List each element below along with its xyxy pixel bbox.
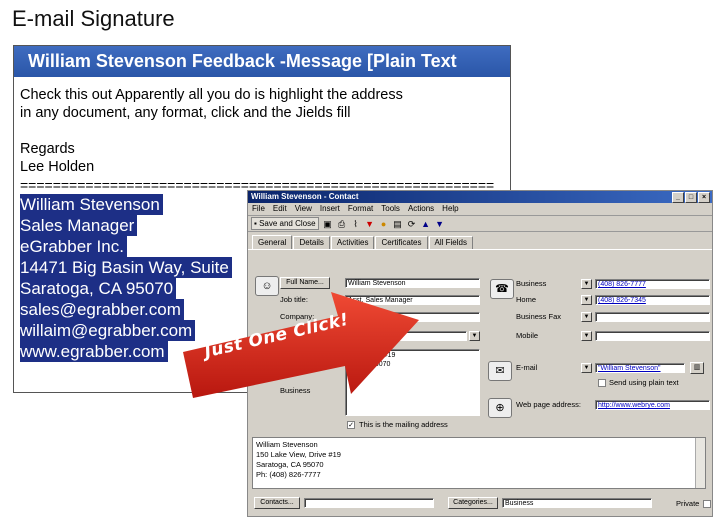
contact-window: William Stevenson - Contact _ □ × File E…: [247, 190, 713, 517]
phone-label-fax: Business Fax: [516, 312, 562, 321]
email-closing-name: Lee Holden: [20, 159, 95, 175]
signature-email-2: willaim@egrabber.com: [20, 320, 196, 341]
file-as-dropdown[interactable]: ▼: [469, 331, 480, 341]
email-label: E-mail: [516, 363, 538, 372]
signature-name: William Stevenson: [20, 194, 163, 215]
print-icon[interactable]: ⎙: [337, 219, 347, 229]
save-icon[interactable]: ▣: [323, 219, 333, 229]
actions-icon[interactable]: ⟳: [407, 219, 417, 229]
categories-field[interactable]: Business: [502, 498, 652, 508]
mailing-address-label: This is the mailing address: [359, 420, 448, 429]
company-label: Company:: [280, 312, 315, 321]
address-book-icon[interactable]: ▥: [690, 362, 704, 374]
signature-city: Saratoga, CA 95070: [20, 278, 177, 299]
signature-address: 14471 Big Basin Way, Suite: [20, 257, 232, 278]
notes-line: Saratoga, CA 95070: [256, 460, 324, 469]
contacts-button[interactable]: Contacts...: [254, 497, 300, 509]
web-field[interactable]: http://www.webrye.com: [595, 400, 710, 410]
contact-person-icon: ☺: [255, 276, 279, 296]
page-title: E-mail Signature: [12, 6, 175, 31]
address-line: ga, CA 95070: [348, 361, 391, 368]
mailing-address-checkbox[interactable]: ✓: [347, 421, 355, 429]
phone-label-mobile: Mobile: [516, 331, 539, 340]
address-field[interactable]: View, drive #19 ga, CA 95070: [345, 349, 480, 416]
phone-dropdown-business[interactable]: ▼: [581, 279, 592, 289]
email-body-line: Check this out Apparently all you do is …: [20, 87, 403, 103]
full-name-button[interactable]: Full Name...: [280, 277, 330, 289]
full-name-field[interactable]: William Stevenson: [345, 278, 480, 288]
attach-icon[interactable]: ⌇: [351, 219, 361, 229]
up-icon[interactable]: ▲: [421, 219, 431, 229]
save-close-button[interactable]: ▪ Save and Close: [251, 217, 319, 230]
email-field[interactable]: "William Stevenson": [595, 363, 685, 373]
notes-line: Ph: (408) 826-7777: [256, 470, 321, 479]
menu-view[interactable]: View: [295, 203, 312, 215]
phone-field-home[interactable]: (408) 826-7345: [595, 295, 710, 305]
company-field[interactable]: American Dreams: [345, 312, 480, 322]
phone-dropdown-fax[interactable]: ▼: [581, 312, 592, 322]
signature-email: sales@egrabber.com: [20, 299, 184, 320]
notes-scrollbar[interactable]: [695, 438, 705, 488]
file-as-field[interactable]: am: [345, 331, 467, 341]
notes-line: William Stevenson: [256, 440, 318, 449]
tab-certificates[interactable]: Certificates: [375, 236, 428, 249]
phone-dropdown-home[interactable]: ▼: [581, 295, 592, 305]
save-close-label: Save and Close: [259, 219, 316, 228]
plain-text-checkbox[interactable]: [598, 379, 606, 387]
plain-text-label: Send using plain text: [609, 378, 679, 387]
job-title-field[interactable]: Asst. Sales Manager: [345, 295, 480, 305]
signature-website: www.egrabber.com: [20, 341, 168, 362]
phone-label-home: Home: [516, 295, 537, 304]
phone-field-business[interactable]: (408) 826-7777: [595, 279, 710, 289]
tab-general[interactable]: General: [252, 235, 293, 249]
signature-title: Sales Manager: [20, 215, 138, 236]
contacts-field[interactable]: [304, 498, 434, 508]
menu-file[interactable]: File: [252, 203, 265, 215]
maximize-icon[interactable]: □: [685, 192, 697, 203]
phone-label-business: Business: [516, 279, 547, 288]
color-icon[interactable]: ●: [379, 219, 389, 229]
email-icon: ✉: [488, 361, 512, 381]
signature-company: eGrabber Inc.: [20, 236, 127, 257]
flag-icon[interactable]: ▼: [365, 219, 375, 229]
folder-icon[interactable]: ▤: [393, 219, 403, 229]
job-title-label: Job title:: [280, 295, 308, 304]
menu-actions[interactable]: Actions: [408, 203, 434, 215]
contact-titlebar: William Stevenson - Contact _ □ ×: [248, 191, 712, 203]
address-line: View, drive #19: [348, 352, 396, 359]
tab-all-fields[interactable]: All Fields: [428, 236, 473, 249]
email-closing: Regards: [20, 141, 75, 157]
phone-field-mobile[interactable]: [595, 331, 710, 341]
toolbar: ▪ Save and Close ▣ ⎙ ⌇ ▼ ● ▤ ⟳ ▲ ▼: [248, 216, 712, 232]
menu-bar: File Edit View Insert Format Tools Actio…: [248, 203, 712, 216]
tab-strip: General Details Activities Certificates …: [248, 235, 712, 250]
private-checkbox[interactable]: [703, 500, 711, 508]
contact-title: William Stevenson - Contact: [251, 192, 359, 201]
save-icon: ▪: [254, 219, 257, 228]
private-label: Private: [676, 499, 700, 508]
address-type-label: Business: [280, 386, 311, 395]
menu-format[interactable]: Format: [348, 203, 373, 215]
minimize-icon[interactable]: _: [672, 192, 684, 203]
web-icon: ⊕: [488, 398, 512, 418]
tab-details[interactable]: Details: [293, 236, 330, 249]
email-dropdown[interactable]: ▼: [581, 363, 592, 373]
phone-icon: ☎: [490, 279, 514, 299]
categories-button[interactable]: Categories...: [448, 497, 498, 509]
notes-area[interactable]: William Stevenson 150 Lake View, Drive #…: [252, 437, 706, 489]
menu-insert[interactable]: Insert: [320, 203, 340, 215]
phone-dropdown-mobile[interactable]: ▼: [581, 331, 592, 341]
email-title: William Stevenson Feedback -Message [Pla…: [14, 46, 510, 77]
menu-edit[interactable]: Edit: [273, 203, 287, 215]
down-icon[interactable]: ▼: [435, 219, 445, 229]
menu-tools[interactable]: Tools: [381, 203, 400, 215]
close-icon[interactable]: ×: [698, 192, 710, 203]
email-body-line: in any document, any format, click and t…: [20, 105, 351, 121]
menu-help[interactable]: Help: [442, 203, 458, 215]
web-label: Web page address:: [516, 400, 581, 409]
tab-activities[interactable]: Activities: [330, 236, 375, 249]
phone-field-fax[interactable]: [595, 312, 710, 322]
notes-line: 150 Lake View, Drive #19: [256, 450, 341, 459]
